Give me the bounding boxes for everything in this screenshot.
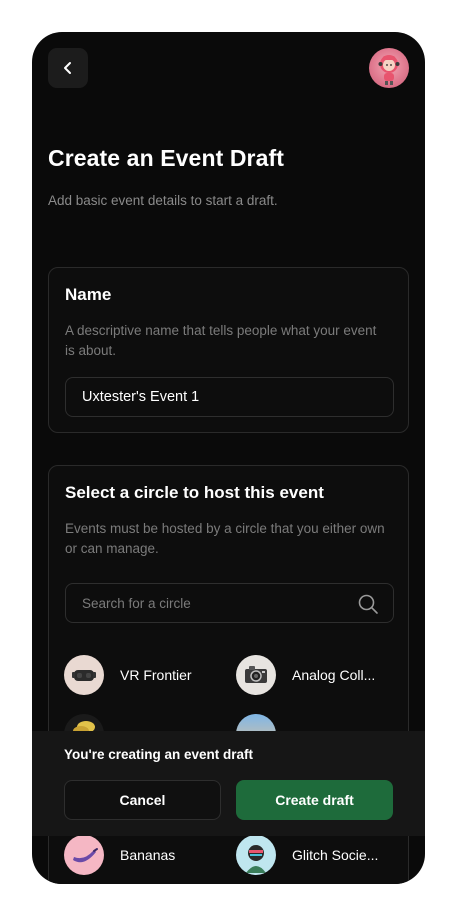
cancel-button[interactable]: Cancel: [64, 780, 221, 820]
name-heading: Name: [65, 285, 112, 304]
draft-status-bar: You're creating an event draft Cancel Cr…: [32, 731, 425, 836]
name-card: Name A descriptive name that tells peopl…: [48, 267, 409, 433]
event-name-input[interactable]: Uxtester's Event 1: [65, 377, 394, 417]
circle-item-analog-coll[interactable]: Analog Coll...: [236, 655, 375, 695]
user-avatar[interactable]: [369, 48, 409, 88]
circle-search-input[interactable]: Search for a circle: [65, 583, 394, 623]
draft-note: You're creating an event draft: [64, 747, 254, 762]
circle-item-vr-frontier[interactable]: VR Frontier: [64, 655, 192, 695]
name-description: A descriptive name that tells people wha…: [65, 323, 377, 358]
back-button[interactable]: [48, 48, 88, 88]
circle-label: VR Frontier: [120, 667, 192, 683]
search-placeholder: Search for a circle: [82, 595, 191, 611]
circle-item-glitch-society[interactable]: Glitch Socie...: [236, 835, 378, 875]
circle-heading: Select a circle to host this event: [65, 483, 324, 502]
banana-thumbnail: [64, 835, 104, 875]
circle-label: Bananas: [120, 847, 176, 863]
camera-thumbnail: [236, 655, 276, 695]
circle-item-bananas[interactable]: Bananas: [64, 835, 175, 875]
circle-label: Analog Coll...: [292, 667, 376, 683]
search-icon[interactable]: [357, 593, 379, 615]
app-screen: Create an Event Draft Add basic event de…: [32, 32, 425, 884]
chevron-left-icon: [64, 62, 71, 74]
circle-description: Events must be hosted by a circle that y…: [65, 521, 385, 556]
avatar-image: [378, 55, 400, 85]
page-title: Create an Event Draft: [48, 145, 285, 171]
circle-label: Glitch Socie...: [292, 847, 379, 863]
create-draft-button[interactable]: Create draft: [236, 780, 393, 820]
page-subtitle: Add basic event details to start a draft…: [48, 193, 278, 208]
glitch-portrait-thumbnail: [236, 835, 276, 875]
vr-headset-thumbnail: [64, 655, 104, 695]
